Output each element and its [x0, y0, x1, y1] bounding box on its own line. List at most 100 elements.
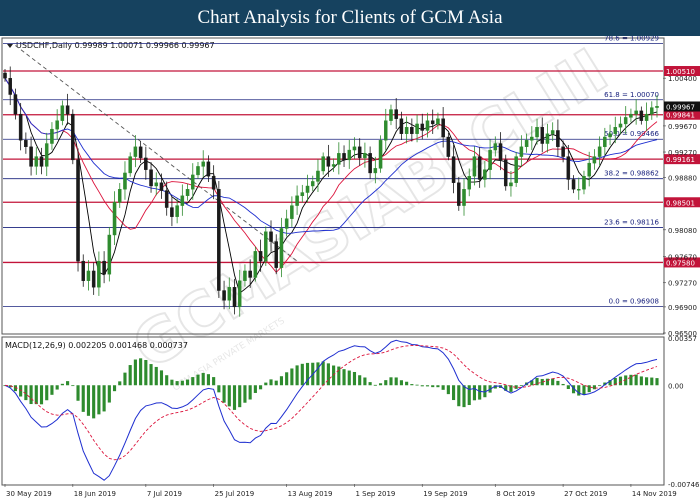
macd-histogram-bar	[457, 385, 461, 407]
candle-body	[60, 105, 65, 121]
candle	[264, 226, 268, 266]
candle	[300, 184, 305, 203]
y-tick-label: 0.97670	[668, 254, 697, 262]
candle	[112, 191, 117, 245]
candle	[24, 132, 28, 154]
candle-body	[258, 251, 263, 262]
candle	[592, 149, 597, 170]
candle-body	[206, 161, 211, 177]
candle-body	[451, 156, 456, 183]
candle	[55, 109, 59, 140]
candle	[597, 136, 602, 166]
macd-histogram-bar	[326, 363, 330, 386]
candle-body	[159, 182, 164, 191]
candle-body	[279, 228, 284, 268]
candle-body	[561, 146, 565, 157]
candle-body	[144, 157, 148, 170]
candle-body	[530, 136, 534, 141]
macd-histogram-bar	[399, 380, 403, 386]
candle-body	[222, 290, 226, 301]
candle	[394, 98, 398, 130]
candle-body	[524, 140, 529, 148]
candle-body	[112, 202, 117, 236]
candle	[34, 147, 39, 175]
candle-body	[650, 107, 654, 115]
macd-histogram-bar	[342, 369, 346, 386]
candle	[410, 118, 414, 142]
candle-body	[97, 260, 101, 288]
macd-histogram-bar	[363, 377, 367, 386]
current-price-label: 0.99967	[666, 103, 695, 111]
macd-histogram-bar	[232, 385, 237, 410]
candle-body	[613, 126, 618, 134]
candle-body	[128, 156, 132, 174]
candle	[634, 99, 638, 125]
candle	[107, 226, 112, 282]
candle-body	[415, 123, 419, 134]
macd-histogram-bar	[462, 385, 466, 408]
candle	[389, 104, 393, 126]
candle	[71, 109, 75, 165]
candle-body	[29, 146, 33, 167]
candle-body	[269, 231, 273, 242]
menu-triangle-icon[interactable]	[7, 44, 13, 48]
candle-body	[211, 175, 216, 190]
candle	[18, 102, 23, 151]
macd-histogram-bar	[29, 385, 33, 405]
candle-body	[472, 156, 477, 177]
macd-histogram-bar	[39, 385, 44, 405]
candle	[326, 144, 331, 177]
candle	[310, 175, 315, 192]
candle-body	[399, 118, 404, 134]
candle-body	[446, 136, 451, 157]
candle	[644, 102, 649, 132]
macd-histogram-bar	[295, 365, 299, 386]
y-tick-label: 0.99270	[668, 149, 697, 157]
macd-histogram-bar	[66, 381, 70, 386]
macd-y-tick-label: -0.00746	[668, 481, 700, 489]
candle-body	[493, 143, 498, 151]
candle	[211, 165, 216, 200]
candle-body	[50, 128, 54, 144]
macd-histogram-bar	[300, 363, 304, 386]
candle-body	[107, 234, 112, 275]
candle	[446, 132, 451, 161]
candle	[164, 181, 169, 216]
macd-histogram-bar	[535, 377, 539, 386]
macd-histogram-bar	[97, 385, 101, 415]
fib-label: 50.0 = 0.99466	[604, 130, 659, 138]
candle-body	[248, 270, 252, 278]
candle-body	[55, 120, 59, 130]
macd-histogram-bar	[389, 377, 393, 386]
candle	[76, 148, 80, 272]
candle-body	[3, 72, 7, 79]
macd-panel-frame	[1, 336, 665, 486]
macd-histogram-bar	[405, 381, 409, 386]
macd-histogram-bar	[92, 385, 96, 419]
page-header: Chart Analysis for Clients of GCM Asia	[0, 0, 700, 36]
macd-histogram-bar	[180, 380, 184, 386]
candle-body	[39, 156, 44, 167]
macd-histogram-bar	[81, 385, 85, 412]
candle-body	[65, 105, 70, 115]
candle	[399, 111, 404, 140]
macd-histogram-bar	[253, 385, 257, 393]
candle-body	[373, 168, 378, 174]
candle	[576, 177, 581, 200]
candle	[128, 152, 132, 177]
macd-histogram-bar	[415, 384, 419, 386]
page-title: Chart Analysis for Clients of GCM Asia	[197, 7, 503, 28]
candle-body	[102, 260, 106, 275]
macd-histogram-bar	[107, 385, 111, 403]
macd-histogram-bar	[128, 365, 132, 386]
macd-histogram-bar	[368, 382, 372, 386]
macd-histogram-bar	[378, 383, 383, 386]
candle-body	[133, 146, 138, 157]
macd-histogram-bar	[34, 385, 38, 405]
price-chart[interactable]: GCMASIABLCLIII GCM ASIA PRIVATE MARKETS …	[0, 36, 700, 500]
candle-body	[644, 113, 649, 121]
macd-histogram-bar	[472, 385, 477, 401]
candle-body	[441, 118, 445, 138]
candle	[639, 106, 644, 125]
macd-histogram-bar	[133, 359, 137, 386]
